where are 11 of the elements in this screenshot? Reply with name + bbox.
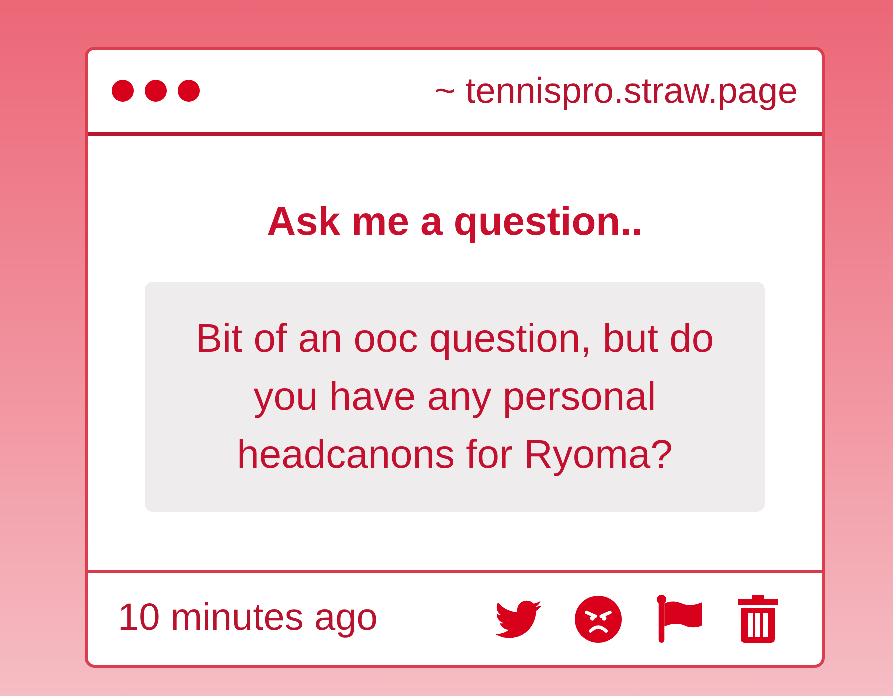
bird-icon[interactable]	[495, 600, 541, 638]
dot-icon	[178, 80, 200, 102]
page-address: ~ tennispro.straw.page	[434, 69, 798, 113]
flag-icon[interactable]	[656, 595, 704, 643]
timestamp: 10 minutes ago	[118, 596, 378, 642]
prompt-title: Ask me a question..	[267, 199, 643, 246]
trash-icon[interactable]	[738, 595, 778, 643]
question-text: Bit of an ooc question, but do you have any personal headcanons for Ryoma?	[194, 316, 716, 479]
dot-icon	[112, 80, 134, 102]
angry-face-icon[interactable]	[575, 596, 622, 642]
dot-icon	[145, 80, 167, 102]
